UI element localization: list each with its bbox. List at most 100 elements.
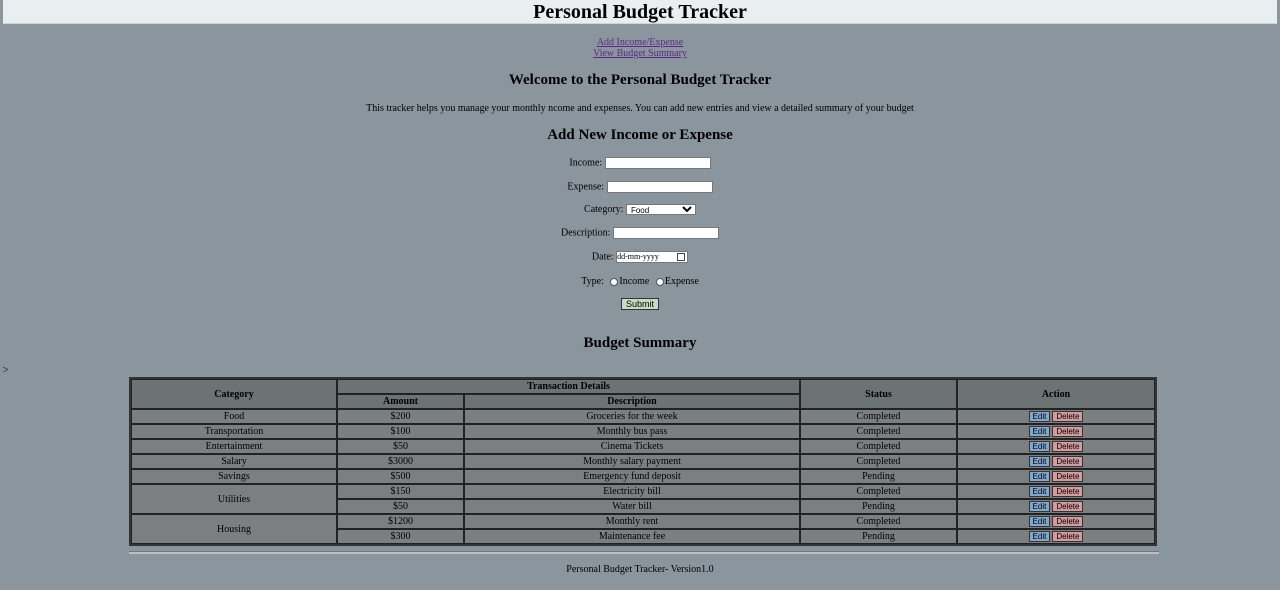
date-label: Date: [591, 251, 614, 263]
category-label: Category: [584, 204, 624, 215]
table-row: Savings $500 Emergency fund deposit Pend… [131, 469, 1155, 484]
expense-input[interactable] [606, 181, 713, 193]
date-input[interactable]: dd-mm-yyyy [616, 251, 689, 263]
page-header: Personal Budget Tracker [3, 0, 1277, 24]
category-cell: Entertainment [131, 439, 337, 454]
table-row: Food $200 Groceries for the week Complet… [131, 409, 1155, 424]
status-cell: Pending [800, 469, 957, 484]
status-cell: Completed [800, 424, 957, 439]
date-row: Date: dd-mm-yyyy [0, 251, 1280, 263]
delete-button[interactable]: Delete [1052, 501, 1084, 512]
action-cell: Edit Delete [957, 499, 1155, 514]
description-header: Description [464, 394, 800, 409]
status-cell: Completed [800, 439, 957, 454]
description-label: Description: [561, 227, 611, 239]
date-placeholder: dd-mm-yyyy [617, 252, 659, 261]
amount-cell: $3000 [337, 454, 464, 469]
amount-cell: $300 [337, 529, 464, 544]
transaction-details-header: Transaction Details [337, 379, 800, 394]
category-cell: Transportation [131, 424, 337, 439]
edit-button[interactable]: Edit [1028, 471, 1051, 482]
action-cell: Edit Delete [957, 409, 1155, 424]
summary-title: Budget Summary [583, 335, 697, 351]
description-cell: Water bill [464, 499, 800, 514]
status-cell: Completed [800, 514, 957, 529]
delete-button[interactable]: Delete [1052, 426, 1084, 437]
submit-button[interactable]: Submit [620, 298, 659, 310]
action-cell: Edit Delete [957, 469, 1155, 484]
edit-button[interactable]: Edit [1028, 441, 1051, 452]
type-row: Type: Income Expense [0, 276, 1280, 287]
action-cell: Edit Delete [957, 454, 1155, 469]
amount-cell: $1200 [337, 514, 464, 529]
expense-row: Expense: [0, 181, 1280, 193]
description-cell: Emergency fund deposit [464, 469, 800, 484]
action-cell: Edit Delete [957, 424, 1155, 439]
action-cell: Edit Delete [957, 529, 1155, 544]
category-cell: Savings [131, 469, 337, 484]
amount-cell: $200 [337, 409, 464, 424]
delete-button[interactable]: Delete [1052, 441, 1084, 452]
type-expense-label: Expense [664, 276, 699, 287]
delete-button[interactable]: Delete [1052, 471, 1084, 482]
action-cell: Edit Delete [957, 484, 1155, 499]
footer-divider [129, 551, 1159, 554]
calendar-icon[interactable] [677, 253, 686, 261]
amount-cell: $50 [337, 439, 464, 454]
edit-button[interactable]: Edit [1028, 516, 1051, 527]
description-cell: Maintenance fee [464, 529, 800, 544]
action-header: Action [957, 379, 1155, 409]
description-cell: Monthly bus pass [464, 424, 800, 439]
category-row: Category: Food [0, 204, 1280, 216]
status-cell: Pending [800, 499, 957, 514]
status-cell: Completed [800, 484, 957, 499]
category-cell: Utilities [131, 484, 337, 514]
nav-links: Add Income/Expense View Budget Summary [0, 37, 1280, 59]
edit-button[interactable]: Edit [1028, 426, 1051, 437]
type-label: Type: [581, 276, 604, 287]
income-label: Income: [569, 157, 603, 169]
delete-button[interactable]: Delete [1052, 486, 1084, 497]
delete-button[interactable]: Delete [1052, 531, 1084, 542]
edit-button[interactable]: Edit [1028, 501, 1051, 512]
expense-label: Expense: [567, 181, 605, 193]
category-cell: Salary [131, 454, 337, 469]
view-budget-summary-link[interactable]: View Budget Summary [0, 48, 1280, 59]
status-cell: Pending [800, 529, 957, 544]
type-expense-radio[interactable] [655, 277, 664, 286]
budget-table: Category Transaction Details Status Acti… [129, 377, 1157, 546]
type-income-radio[interactable] [610, 277, 619, 286]
description-cell: Groceries for the week [464, 409, 800, 424]
page-title: Personal Budget Tracker [533, 1, 747, 23]
delete-button[interactable]: Delete [1052, 411, 1084, 422]
action-cell: Edit Delete [957, 439, 1155, 454]
edit-button[interactable]: Edit [1028, 531, 1051, 542]
table-row: Utilities $150 Electricity bill Complete… [131, 484, 1155, 514]
table-row: Salary $3000 Monthly salary payment Comp… [131, 454, 1155, 469]
amount-cell: $150 [337, 484, 464, 499]
footer-text: Personal Budget Tracker- Version1.0 [566, 564, 714, 575]
add-income-expense-link[interactable]: Add Income/Expense [0, 37, 1280, 48]
edit-button[interactable]: Edit [1028, 411, 1051, 422]
status-cell: Completed [800, 409, 957, 424]
delete-button[interactable]: Delete [1052, 516, 1084, 527]
edit-button[interactable]: Edit [1028, 486, 1051, 497]
type-income-label: Income [619, 276, 650, 287]
category-select[interactable]: Food [625, 204, 696, 216]
description-row: Description: [0, 227, 1280, 239]
category-cell: Housing [131, 514, 337, 544]
status-cell: Completed [800, 454, 957, 469]
description-cell: Electricity bill [464, 484, 800, 499]
income-input[interactable] [604, 157, 711, 169]
delete-button[interactable]: Delete [1052, 456, 1084, 467]
edit-button[interactable]: Edit [1028, 456, 1051, 467]
stray-text: > [3, 365, 9, 376]
table-row: Housing $1200 Monthly rent Completed Edi… [131, 514, 1155, 544]
description-input[interactable] [612, 227, 719, 239]
category-cell: Food [131, 409, 337, 424]
amount-cell: $50 [337, 499, 464, 514]
submit-row: Submit [0, 298, 1280, 310]
amount-header: Amount [337, 394, 464, 409]
amount-cell: $500 [337, 469, 464, 484]
table-row: Transportation $100 Monthly bus pass Com… [131, 424, 1155, 439]
